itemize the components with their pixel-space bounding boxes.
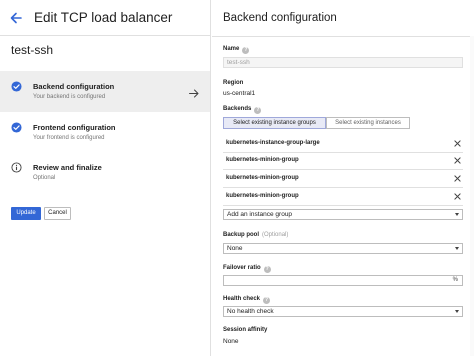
health-check-select[interactable]: No health check [223, 306, 463, 317]
backup-pool-label: Backup pool (Optional) [223, 232, 288, 238]
name-label-text: Name [223, 46, 240, 52]
step-frontend-configuration[interactable]: Frontend configuration Your frontend is … [0, 114, 210, 146]
help-icon[interactable]: ? [263, 297, 271, 304]
health-check-label: Health check? [223, 296, 271, 304]
session-affinity-value: None [223, 338, 239, 345]
dropdown-caret-icon [455, 213, 459, 216]
close-icon[interactable] [454, 193, 461, 200]
info-icon [11, 162, 22, 173]
arrow-right-icon [189, 89, 199, 98]
check-circle-icon [11, 122, 22, 133]
divider [212, 36, 474, 37]
help-icon[interactable]: ? [263, 266, 271, 273]
name-label: Name? [223, 46, 250, 54]
help-icon[interactable]: ? [254, 107, 262, 114]
tab-select-existing-instance-groups[interactable]: Select existing instance groups [223, 117, 326, 129]
back-arrow-icon[interactable] [8, 10, 24, 26]
instance-group-row: kubernetes-minion-group [223, 173, 463, 185]
add-instance-group-select[interactable]: Add an instance group [223, 209, 463, 220]
region-label: Region [223, 80, 244, 86]
step-subtitle: Your backend is configured [33, 94, 106, 100]
backends-label-text: Backends [223, 106, 252, 112]
failover-ratio-label: Failover ratio? [223, 265, 271, 273]
load-balancer-name: test-ssh [11, 43, 54, 57]
step-title: Frontend configuration [33, 123, 116, 132]
backup-pool-value: None [227, 245, 243, 252]
tab-select-existing-instances[interactable]: Select existing instances [326, 117, 410, 129]
session-affinity-label: Session affinity [223, 327, 268, 333]
region-value: us-central1 [223, 90, 256, 97]
help-icon[interactable]: ? [242, 47, 250, 54]
instance-group-row: kubernetes-minion-group [223, 191, 463, 203]
divider [223, 169, 463, 170]
close-icon[interactable] [454, 157, 461, 164]
close-icon[interactable] [454, 140, 461, 147]
step-title: Backend configuration [33, 82, 115, 91]
step-title: Review and finalize [33, 163, 102, 172]
check-circle-icon [11, 81, 22, 92]
instance-group-name: kubernetes-minion-group [226, 193, 299, 199]
backup-pool-label-text: Backup pool [223, 232, 260, 238]
name-input[interactable]: test-ssh [223, 57, 463, 68]
instance-group-row: kubernetes-instance-group-large [223, 138, 463, 150]
optional-hint: (Optional) [262, 232, 289, 238]
divider [223, 205, 463, 206]
step-subtitle: Optional [33, 175, 56, 181]
percent-suffix: % [452, 277, 458, 283]
instance-group-row: kubernetes-minion-group [223, 155, 463, 167]
failover-ratio-input[interactable]: % [223, 275, 463, 286]
divider [223, 187, 463, 188]
backend-configuration-panel: Backend configuration Name? test-ssh Reg… [212, 0, 474, 356]
panel-title: Backend configuration [223, 12, 337, 24]
instance-group-name: kubernetes-minion-group [226, 175, 299, 181]
close-icon[interactable] [454, 175, 461, 182]
dropdown-caret-icon [455, 247, 459, 250]
dropdown-caret-icon [455, 310, 459, 313]
cancel-button[interactable]: Cancel [44, 207, 71, 220]
failover-ratio-label-text: Failover ratio [223, 265, 261, 271]
instance-group-name: kubernetes-minion-group [226, 157, 299, 163]
divider [223, 152, 463, 153]
add-instance-group-placeholder: Add an instance group [227, 211, 293, 218]
step-review-and-finalize[interactable]: Review and finalize Optional [0, 154, 210, 186]
update-button[interactable]: Update [11, 207, 41, 220]
scrollbar[interactable] [470, 36, 474, 356]
backup-pool-select[interactable]: None [223, 243, 463, 254]
wizard-sidebar: Edit TCP load balancer test-ssh Backend … [0, 0, 211, 356]
health-check-label-text: Health check [223, 296, 261, 302]
backends-label: Backends? [223, 106, 262, 114]
step-backend-configuration[interactable]: Backend configuration Your backend is co… [0, 71, 210, 112]
instance-group-name: kubernetes-instance-group-large [226, 140, 320, 146]
step-subtitle: Your frontend is configured [33, 135, 105, 141]
header-bar: Edit TCP load balancer [0, 0, 211, 36]
page-title: Edit TCP load balancer [34, 10, 173, 25]
health-check-value: No health check [227, 308, 274, 315]
